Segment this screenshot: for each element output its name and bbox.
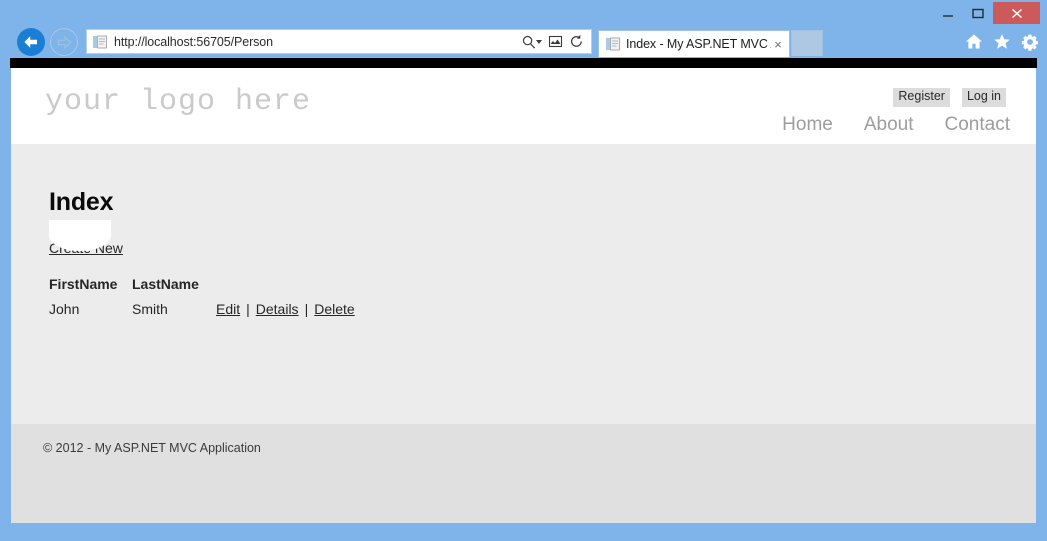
close-button[interactable] <box>993 2 1040 24</box>
compatibility-view-icon <box>548 35 563 48</box>
refresh-button[interactable] <box>567 32 586 52</box>
minimize-button[interactable] <box>933 2 963 24</box>
favorites-button[interactable] <box>992 32 1011 51</box>
page-title: Index <box>49 188 114 216</box>
window-controls <box>933 2 1040 24</box>
action-separator: | <box>304 301 309 317</box>
address-bar-url: http://localhost:56705/Person <box>114 34 274 49</box>
browser-toolbar-right <box>964 32 1039 51</box>
table-header-row: FirstName LastName <box>49 276 355 292</box>
nav-link-about[interactable]: About <box>864 114 914 136</box>
forward-button[interactable] <box>50 28 78 56</box>
table-row: John Smith Edit | Details | Delete <box>49 292 355 317</box>
person-table: FirstName LastName John Smith Edit | Detai… <box>49 276 355 317</box>
main-nav: Home About Contact <box>782 114 1010 136</box>
main-content: Index Create New FirstName LastName John <box>11 144 1036 317</box>
site-footer: © 2012 - My ASP.NET MVC Application <box>11 424 1036 523</box>
home-icon <box>965 34 982 49</box>
search-icon <box>522 35 535 49</box>
account-nav: Register Log in <box>893 88 1006 107</box>
nav-link-contact[interactable]: Contact <box>945 114 1010 136</box>
page-viewport: your logo here Register Log in Home Abou… <box>11 68 1036 523</box>
title-bar <box>0 0 1047 26</box>
site-logo: your logo here <box>45 85 312 119</box>
compatibility-view-button[interactable] <box>546 32 565 52</box>
delete-link[interactable]: Delete <box>314 301 354 317</box>
back-arrow-icon <box>24 36 37 48</box>
person-table-body: John Smith Edit | Details | Delete <box>49 292 355 317</box>
minimize-icon <box>943 15 953 17</box>
cell-lastname: Smith <box>132 301 168 317</box>
cell-actions: Edit | Details | Delete <box>216 292 355 317</box>
site-header: your logo here Register Log in Home Abou… <box>11 68 1036 144</box>
browser-window: http://localhost:56705/Person Index - My… <box>0 0 1047 541</box>
maximize-button[interactable] <box>963 2 993 24</box>
column-header-lastname: LastName <box>132 276 199 292</box>
chrome-separator-band <box>10 58 1037 68</box>
action-separator: | <box>246 301 250 317</box>
details-link[interactable]: Details <box>256 301 299 317</box>
maximize-icon <box>972 8 984 18</box>
browser-tab[interactable]: Index - My ASP.NET MVC A... × <box>598 30 790 57</box>
address-bar-icons <box>519 32 591 52</box>
close-icon <box>1011 8 1022 18</box>
home-button[interactable] <box>964 32 983 51</box>
address-bar[interactable]: http://localhost:56705/Person <box>86 29 592 54</box>
forward-arrow-icon <box>57 35 72 49</box>
nav-link-home[interactable]: Home <box>782 114 833 136</box>
page-body: Index Create New FirstName LastName John <box>11 144 1036 424</box>
search-provider-caret-down-icon[interactable] <box>536 39 542 44</box>
tools-button[interactable] <box>1020 32 1039 51</box>
column-header-firstname: FirstName <box>49 276 118 292</box>
tab-favicon-icon <box>606 37 620 51</box>
browser-navigation-bar: http://localhost:56705/Person <box>0 26 1047 59</box>
header-decorative-arc <box>49 220 111 251</box>
new-tab-button[interactable] <box>791 30 823 56</box>
login-link[interactable]: Log in <box>961 88 1006 107</box>
person-table-head: FirstName LastName <box>49 276 355 292</box>
column-header-actions <box>216 276 355 292</box>
tab-close-icon[interactable]: × <box>771 37 785 51</box>
cell-firstname: John <box>49 301 80 317</box>
footer-copyright: © 2012 - My ASP.NET MVC Application <box>43 441 261 455</box>
back-button[interactable] <box>17 28 45 56</box>
edit-link[interactable]: Edit <box>216 301 240 317</box>
tab-title: Index - My ASP.NET MVC A... <box>626 37 771 51</box>
tab-strip: Index - My ASP.NET MVC A... × <box>598 30 823 57</box>
register-link[interactable]: Register <box>893 88 950 107</box>
tools-gear-icon <box>1021 34 1038 51</box>
favorites-star-icon <box>993 34 1010 49</box>
refresh-icon <box>571 34 582 47</box>
page-favicon-icon <box>93 35 107 48</box>
